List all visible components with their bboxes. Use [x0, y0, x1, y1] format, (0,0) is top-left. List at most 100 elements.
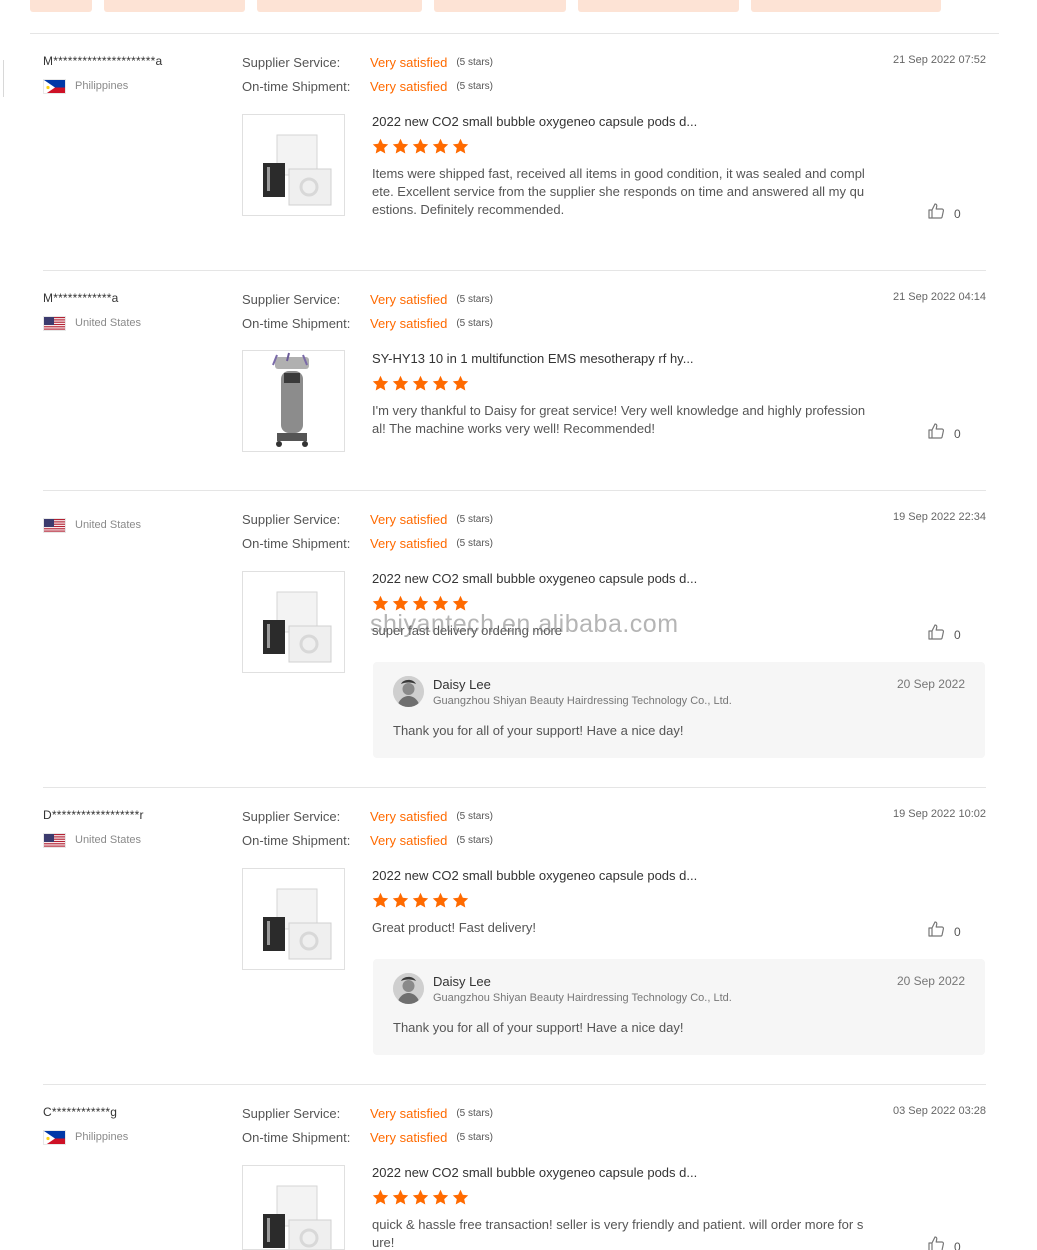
buyer-country: United States	[43, 315, 141, 331]
thumbs-up-icon[interactable]	[928, 921, 945, 942]
filter-chip-2[interactable]	[104, 0, 245, 12]
rating-value: Very satisfied	[370, 808, 448, 824]
machine-image[interactable]	[242, 350, 345, 452]
rating-label: Supplier Service:	[242, 54, 341, 70]
us-flag-icon	[43, 517, 66, 533]
star-icon	[392, 1189, 409, 1205]
rating-stars-text: (5 stars)	[456, 834, 493, 846]
star-rating	[372, 1189, 469, 1206]
like-count: 0	[954, 924, 961, 939]
star-icon	[412, 375, 429, 391]
like-button[interactable]: 0	[928, 921, 961, 942]
ph-flag-icon	[43, 1129, 66, 1145]
ph-flag-icon	[43, 78, 66, 94]
like-button[interactable]: 0	[928, 423, 961, 444]
thumbs-up-icon[interactable]	[928, 624, 945, 645]
buyer-country: Philippines	[43, 78, 128, 94]
rating-stars-text: (5 stars)	[456, 317, 493, 329]
capsule-box-image[interactable]	[242, 868, 345, 970]
thumbs-up-icon[interactable]	[928, 203, 945, 224]
rating-value: Very satisfied	[370, 832, 448, 848]
rating-label: On-time Shipment:	[242, 315, 351, 331]
product-title[interactable]: 2022 new CO2 small bubble oxygeneo capsu…	[372, 868, 732, 883]
star-rating	[372, 892, 469, 909]
star-icon	[452, 375, 469, 391]
shipment-rating: On-time Shipment: Very satisfied (5 star…	[242, 831, 493, 849]
filter-chip-5[interactable]	[578, 0, 739, 12]
star-icon	[392, 892, 409, 908]
capsule-box-image[interactable]	[242, 1165, 345, 1250]
review-item: M*********************a Philippines Supp…	[43, 54, 986, 271]
reply-author: Daisy Lee	[433, 974, 491, 989]
avatar	[393, 973, 424, 1004]
capsule-box-image[interactable]	[242, 114, 345, 216]
star-icon	[432, 892, 449, 908]
star-icon	[412, 1189, 429, 1205]
filter-chip-6[interactable]	[751, 0, 941, 12]
star-icon	[452, 1189, 469, 1205]
supplier-service-rating: Supplier Service: Very satisfied (5 star…	[242, 510, 493, 528]
rating-label: On-time Shipment:	[242, 78, 351, 94]
filter-chip-3[interactable]	[257, 0, 422, 12]
review-text: I'm very thankful to Daisy for great ser…	[372, 403, 866, 436]
star-rating	[372, 138, 469, 155]
product-title[interactable]: 2022 new CO2 small bubble oxygeneo capsu…	[372, 571, 732, 586]
shipment-rating: On-time Shipment: Very satisfied (5 star…	[242, 314, 493, 332]
shipment-rating: On-time Shipment: Very satisfied (5 star…	[242, 534, 493, 552]
like-button[interactable]: 0	[928, 624, 961, 645]
thumbs-up-icon[interactable]	[928, 423, 945, 444]
divider	[30, 33, 999, 34]
rating-value: Very satisfied	[370, 1105, 448, 1121]
country-name: United States	[75, 519, 142, 531]
review-item: C************g Philippines Supplier Serv…	[43, 1105, 986, 1250]
star-icon	[372, 375, 389, 391]
supplier-service-rating: Supplier Service: Very satisfied (5 star…	[242, 53, 493, 71]
rating-value: Very satisfied	[370, 291, 448, 307]
buyer-name: D******************r	[43, 808, 144, 822]
star-icon	[372, 892, 389, 908]
thumbs-up-icon[interactable]	[928, 1236, 945, 1250]
supplier-service-rating: Supplier Service: Very satisfied (5 star…	[242, 1104, 493, 1122]
rating-label: Supplier Service:	[242, 291, 341, 307]
review-date: 21 Sep 2022 07:52	[893, 54, 986, 66]
filter-chip-all[interactable]	[30, 0, 92, 12]
capsule-box-image[interactable]	[242, 571, 345, 673]
rating-value: Very satisfied	[370, 78, 448, 94]
watermark: shiyantech.en.alibaba.com	[370, 610, 679, 638]
like-count: 0	[954, 206, 961, 221]
review-text: Items were shipped fast, received all it…	[372, 166, 865, 217]
reply-author: Daisy Lee	[433, 677, 491, 692]
us-flag-icon	[43, 832, 66, 848]
supplier-reply: Daisy Lee Guangzhou Shiyan Beauty Hairdr…	[373, 959, 985, 1055]
supplier-reply: Daisy Lee Guangzhou Shiyan Beauty Hairdr…	[373, 662, 985, 758]
buyer-name: M************a	[43, 291, 119, 305]
reply-company: Guangzhou Shiyan Beauty Hairdressing Tec…	[433, 992, 732, 1004]
review-date: 19 Sep 2022 10:02	[893, 808, 986, 820]
like-count: 0	[954, 627, 961, 642]
review-date: 21 Sep 2022 04:14	[893, 291, 986, 303]
country-name: United States	[75, 317, 142, 329]
country-name: United States	[75, 834, 142, 846]
rating-label: Supplier Service:	[242, 808, 341, 824]
like-button[interactable]: 0	[928, 203, 961, 224]
buyer-name: M*********************a	[43, 54, 163, 68]
rating-stars-text: (5 stars)	[456, 513, 493, 525]
star-icon	[412, 892, 429, 908]
rating-label: On-time Shipment:	[242, 1129, 351, 1145]
rating-value: Very satisfied	[370, 511, 448, 527]
us-flag-icon	[43, 315, 66, 331]
filter-chip-4[interactable]	[434, 0, 566, 12]
rating-value: Very satisfied	[370, 54, 448, 70]
country-name: Philippines	[75, 80, 129, 92]
reply-text: Thank you for all of your support! Have …	[393, 723, 684, 738]
product-title[interactable]: 2022 new CO2 small bubble oxygeneo capsu…	[372, 1165, 732, 1180]
shipment-rating: On-time Shipment: Very satisfied (5 star…	[242, 77, 493, 95]
review-date: 19 Sep 2022 22:34	[893, 511, 986, 523]
product-title[interactable]: 2022 new CO2 small bubble oxygeneo capsu…	[372, 114, 732, 129]
rating-stars-text: (5 stars)	[456, 56, 493, 68]
like-count: 0	[954, 426, 961, 441]
star-icon	[392, 138, 409, 154]
product-title[interactable]: SY-HY13 10 in 1 multifunction EMS mesoth…	[372, 351, 732, 366]
rating-stars-text: (5 stars)	[456, 80, 493, 92]
like-button[interactable]: 0	[928, 1236, 961, 1250]
